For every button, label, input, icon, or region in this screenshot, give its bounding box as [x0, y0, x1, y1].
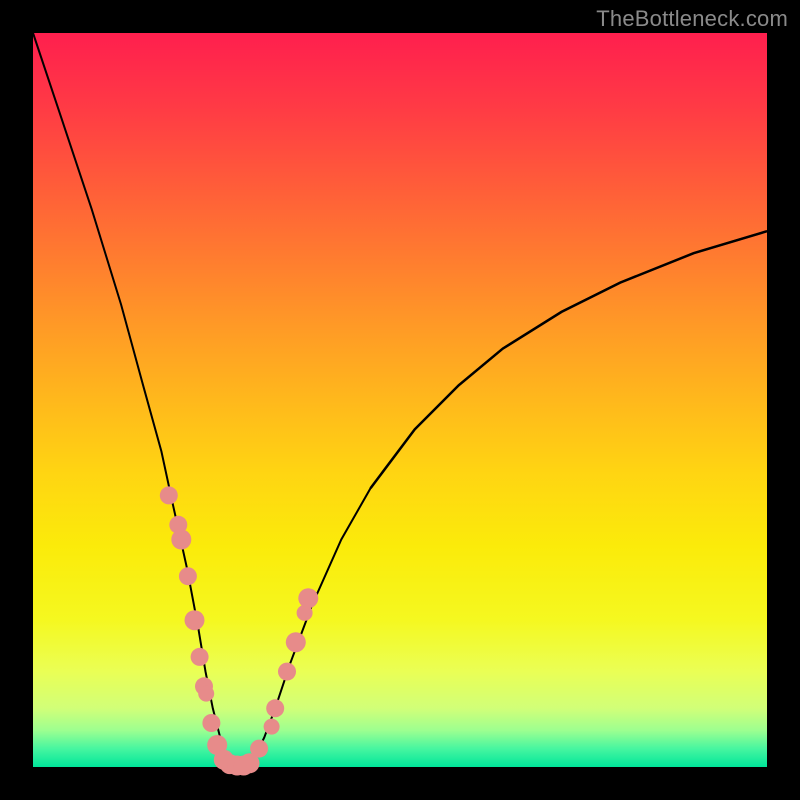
curve-path-right: [371, 231, 767, 488]
data-marker: [266, 699, 284, 717]
chart-overlay: [33, 33, 767, 767]
data-marker: [202, 714, 220, 732]
data-marker: [171, 530, 191, 550]
bottleneck-curve: [33, 33, 767, 767]
data-marker: [250, 740, 268, 758]
data-marker: [298, 588, 318, 608]
data-marker: [278, 663, 296, 681]
data-marker: [179, 567, 197, 585]
data-marker: [286, 632, 306, 652]
data-marker: [160, 486, 178, 504]
data-markers: [160, 486, 318, 775]
data-marker: [185, 610, 205, 630]
data-marker: [264, 719, 280, 735]
chart-frame: TheBottleneck.com: [0, 0, 800, 800]
curve-path: [33, 33, 767, 767]
data-marker: [191, 648, 209, 666]
watermark-text: TheBottleneck.com: [596, 6, 788, 32]
data-marker: [198, 686, 214, 702]
